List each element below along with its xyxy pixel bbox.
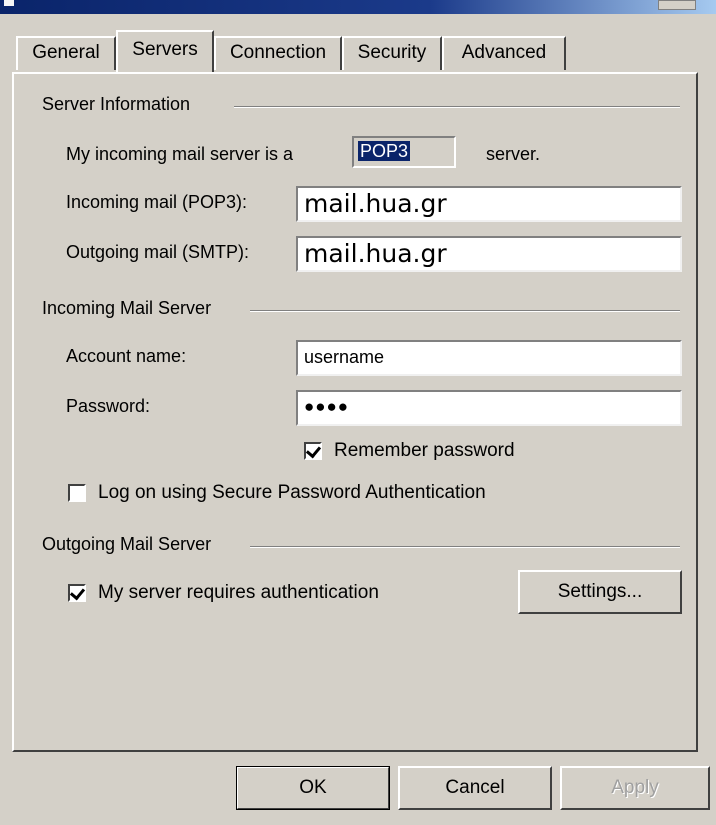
servers-panel: Server Information My incoming mail serv…	[12, 72, 698, 752]
window-titlebar[interactable]	[0, 0, 716, 14]
spa-label: Log on using Secure Password Authenticat…	[98, 482, 486, 503]
settings-button[interactable]: Settings...	[518, 570, 682, 614]
password-label: Password:	[66, 396, 151, 416]
incoming-mail-input[interactable]: mail.hua.gr	[296, 186, 682, 222]
incoming-type-suffix: server.	[486, 144, 541, 164]
apply-button[interactable]: Apply	[560, 766, 710, 810]
requires-auth-label: My server requires authentication	[98, 582, 379, 603]
password-input[interactable]: ●●●●	[296, 390, 682, 426]
tab-general[interactable]: General	[16, 36, 116, 70]
window-icon	[4, 0, 14, 6]
tab-servers[interactable]: Servers	[116, 30, 214, 72]
cancel-button[interactable]: Cancel	[398, 766, 552, 810]
divider	[250, 310, 680, 312]
outgoing-mail-input[interactable]: mail.hua.gr	[296, 236, 682, 272]
account-name-label: Account name:	[66, 346, 187, 366]
incoming-type-prefix: My incoming mail server is a	[66, 144, 294, 164]
outgoing-mail-label: Outgoing mail (SMTP):	[66, 242, 250, 262]
incoming-mail-label: Incoming mail (POP3):	[66, 192, 248, 212]
account-name-input[interactable]: username	[296, 340, 682, 376]
tab-advanced[interactable]: Advanced	[442, 36, 566, 70]
incoming-server-type-field[interactable]: POP3	[352, 136, 456, 168]
checkbox-checked[interactable]	[68, 584, 86, 602]
requires-auth-checkbox[interactable]: My server requires authentication	[68, 582, 379, 604]
remember-password-checkbox[interactable]: Remember password	[304, 440, 515, 462]
ok-button[interactable]: OK	[236, 766, 390, 810]
tab-security[interactable]: Security	[342, 36, 442, 70]
checkbox-checked[interactable]	[304, 442, 322, 460]
incoming-server-heading: Incoming Mail Server	[42, 298, 220, 319]
close-icon[interactable]	[658, 0, 696, 10]
checkbox-unchecked[interactable]	[68, 484, 86, 502]
tab-connection[interactable]: Connection	[214, 36, 342, 70]
divider	[234, 106, 680, 108]
divider	[250, 546, 680, 548]
remember-password-label: Remember password	[334, 440, 515, 461]
tab-strip: General Servers Connection Security Adva…	[0, 30, 716, 74]
outgoing-server-heading: Outgoing Mail Server	[42, 534, 220, 555]
server-info-heading: Server Information	[42, 94, 199, 115]
spa-checkbox[interactable]: Log on using Secure Password Authenticat…	[68, 482, 486, 504]
